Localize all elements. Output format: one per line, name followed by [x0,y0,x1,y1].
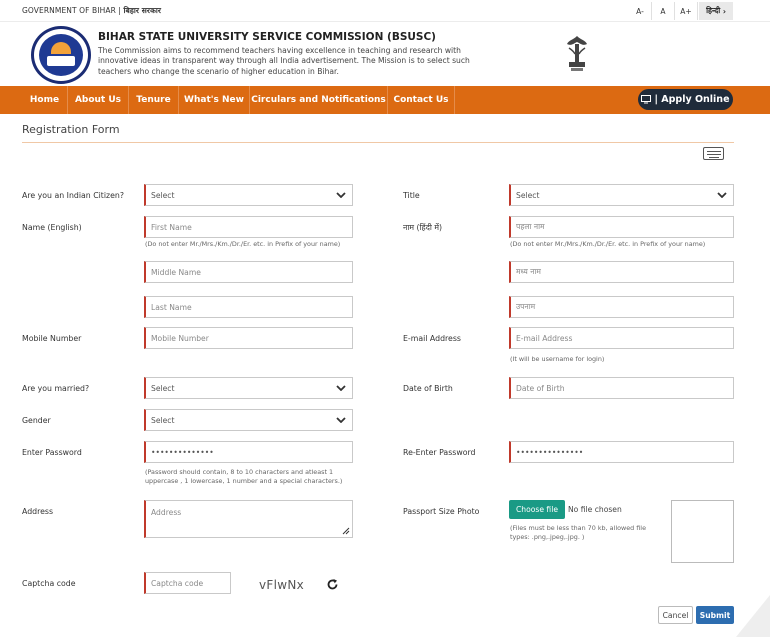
name-hindi-hint: (Do not enter Mr./Mrs./Km./Dr./Er. etc. … [510,240,706,248]
nav-home[interactable]: Home [22,86,68,114]
site-tagline: The Commission aims to recommend teacher… [98,46,470,76]
married-select[interactable]: Select [144,377,353,399]
top-bar: GOVERNMENT OF BIHAR | बिहार सरकार A- A A… [0,0,770,22]
apply-online-button[interactable]: | Apply Online [638,89,733,110]
address-label: Address [22,507,54,516]
email-input[interactable]: E-mail Address [509,327,734,349]
font-increase-button[interactable]: A+ [675,2,698,20]
password-hint: (Password should contain, 8 to 10 charac… [145,468,343,485]
submit-button[interactable]: Submit [696,606,734,624]
married-label: Are you married? [22,384,90,393]
mobile-input[interactable]: Mobile Number [144,327,353,349]
middle-name-hindi-input[interactable]: मध्य नाम [509,261,734,283]
title-select[interactable]: Select [509,184,734,206]
email-hint: (It will be username for login) [510,355,605,363]
nav-tenure[interactable]: Tenure [129,86,179,114]
indian-citizen-label: Are you an Indian Citizen? [22,191,125,200]
mobile-label: Mobile Number [22,334,82,343]
keyboard-icon[interactable] [703,147,724,160]
captcha-label: Captcha code [22,579,76,588]
site-header: BIHAR STATE UNIVERSITY SERVICE COMMISSIO… [0,22,770,86]
name-english-hint: (Do not enter Mr./Mrs./Km./Dr./Er. etc. … [145,240,341,248]
repassword-input[interactable]: ••••••••••••••• [509,441,734,463]
font-normal-button[interactable]: A [652,2,675,20]
font-decrease-button[interactable]: A- [629,2,652,20]
refresh-icon[interactable] [326,578,339,591]
captcha-image-text: vFlwNx [259,578,305,592]
form-title: Registration Form [22,123,120,136]
first-name-input[interactable]: First Name [144,216,353,238]
last-name-hindi-input[interactable]: उपनाम [509,296,734,318]
form-divider [22,142,734,143]
page-corner-decoration [736,595,770,637]
cancel-button[interactable]: Cancel [658,606,693,624]
choose-file-button[interactable]: Choose file [509,500,565,519]
chevron-down-icon [336,385,346,391]
font-size-controls: A- A A+ [629,2,698,20]
chevron-down-icon [336,192,346,198]
chevron-down-icon [717,192,727,198]
last-name-input[interactable]: Last Name [144,296,353,318]
nav-circulars[interactable]: Circulars and Notifications [250,86,388,114]
dob-label: Date of Birth [403,384,453,393]
chevron-down-icon [336,417,346,423]
password-input[interactable]: •••••••••••••• [144,441,353,463]
name-hindi-label: नाम (हिंदी में) [403,223,443,232]
first-name-hindi-input[interactable]: पहला नाम [509,216,734,238]
password-label: Enter Password [22,448,82,457]
language-toggle-button[interactable]: हिन्दी › [699,2,733,20]
site-title: BIHAR STATE UNIVERSITY SERVICE COMMISSIO… [98,31,436,43]
photo-label: Passport Size Photo [403,507,480,516]
indian-citizen-select[interactable]: Select [144,184,353,206]
gender-select[interactable]: Select [144,409,353,431]
nav-contact-us[interactable]: Contact Us [388,86,455,114]
dob-input[interactable]: Date of Birth [509,377,734,399]
photo-preview [671,500,734,563]
file-status: No file chosen [568,505,622,514]
email-label: E-mail Address [403,334,461,343]
title-label: Title [403,191,420,200]
name-english-label: Name (English) [22,223,82,232]
government-label: GOVERNMENT OF BIHAR | बिहार सरकार [22,6,162,15]
address-textarea[interactable]: Address [144,500,353,538]
nav-whats-new[interactable]: What's New [179,86,250,114]
gender-label: Gender [22,416,51,425]
middle-name-input[interactable]: Middle Name [144,261,353,283]
captcha-input[interactable]: Captcha code [144,572,231,594]
bsusc-logo[interactable] [31,26,91,84]
nav-about-us[interactable]: About Us [68,86,129,114]
monitor-icon [641,95,652,104]
repassword-label: Re-Enter Password [403,448,476,457]
photo-hint: (Files must be less than 70 kb, allowed … [510,524,647,541]
resize-handle-icon[interactable] [342,527,350,535]
state-emblem-icon [567,36,587,71]
